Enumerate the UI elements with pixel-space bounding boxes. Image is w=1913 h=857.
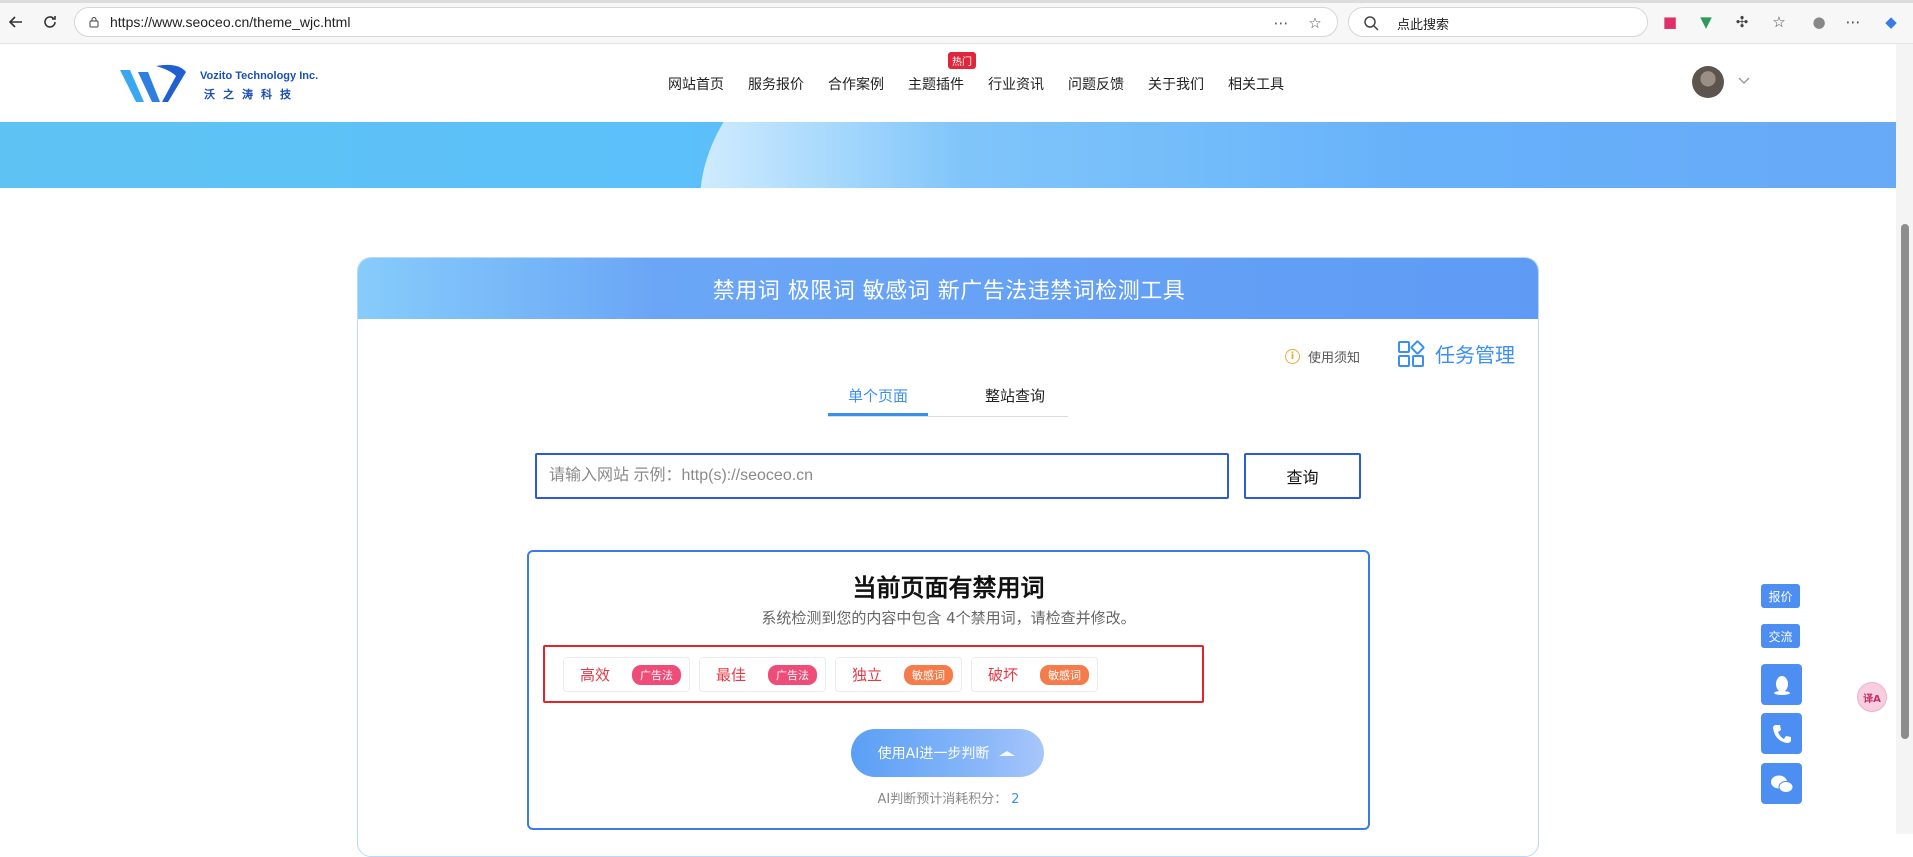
side-price-button[interactable]: 报价 — [1761, 584, 1800, 608]
nav-item-cases[interactable]: 合作案例 — [828, 74, 884, 94]
nav-item-feedback[interactable]: 问题反馈 — [1068, 74, 1124, 94]
ai-cost-value: 2 — [1011, 792, 1020, 807]
extension-vue-icon[interactable]: ▼ — [1695, 11, 1717, 33]
phone-icon[interactable] — [1761, 713, 1802, 754]
search-icon — [1364, 16, 1379, 31]
url-text: https://www.seoceo.cn/theme_wjc.html — [110, 14, 351, 30]
tab-single-page[interactable]: 单个页面 — [828, 385, 928, 416]
tab-whole-site[interactable]: 整站查询 — [985, 385, 1045, 416]
result-panel: 当前页面有禁用词 系统检测到您的内容中包含 4个禁用词，请检查并修改。 高效 广… — [527, 550, 1370, 830]
logo-chinese-text: 沃之涛科技 — [204, 88, 299, 101]
ai-judge-label: 使用AI进一步判断 — [877, 746, 990, 762]
word-tag: 广告法 — [632, 664, 682, 685]
favorite-star-icon[interactable]: ☆ — [1305, 13, 1325, 33]
extensions-puzzle-icon[interactable]: ✣ — [1731, 11, 1753, 33]
nav-item-about[interactable]: 关于我们 — [1148, 74, 1204, 94]
reader-icon[interactable]: ⋯ — [1271, 13, 1291, 33]
url-input-wrapper — [535, 453, 1229, 499]
reload-icon[interactable] — [38, 10, 62, 34]
word-text: 最佳 — [716, 666, 747, 684]
more-menu-icon[interactable]: ⋯ — [1842, 11, 1864, 33]
copilot-icon[interactable]: ◆ — [1880, 11, 1902, 33]
word-text: 破坏 — [988, 666, 1019, 684]
logo-english-text: Vozito Technology Inc. — [200, 70, 319, 82]
hot-badge: 热门 — [948, 52, 976, 69]
word-chip: 最佳 广告法 — [699, 657, 827, 692]
address-bar[interactable]: https://www.seoceo.cn/theme_wjc.html ⋯ ☆ — [74, 7, 1338, 37]
avatar[interactable] — [1692, 66, 1724, 98]
nav-item-tools[interactable]: 相关工具 — [1228, 74, 1284, 94]
word-list: 高效 广告法 最佳 广告法 独立 敏感词 破坏 敏感词 — [563, 657, 1099, 692]
nav-item-pricing[interactable]: 服务报价 — [748, 74, 804, 94]
word-chip: 破坏 敏感词 — [971, 657, 1099, 692]
favorites-icon[interactable]: ☆ — [1768, 11, 1790, 33]
extension-translate-icon[interactable]: ■ — [1659, 11, 1681, 33]
ai-cost-text: AI判断预计消耗积分： 2 — [529, 788, 1368, 807]
main-nav: 网站首页 服务报价 合作案例 主题插件 行业资讯 问题反馈 关于我们 相关工具 — [668, 74, 1308, 94]
ai-cost-label: AI判断预计消耗积分： — [877, 792, 1008, 807]
translate-float-icon[interactable]: 译A — [1857, 682, 1887, 712]
page-scrollbar[interactable] — [1896, 44, 1913, 834]
side-chat-button[interactable]: 交流 — [1761, 624, 1800, 648]
word-text: 高效 — [580, 666, 611, 684]
tab-strip — [0, 0, 1913, 3]
result-title: 当前页面有禁用词 — [852, 574, 1045, 602]
usage-notice-label: 使用须知 — [1308, 351, 1361, 366]
word-chip: 独立 敏感词 — [835, 657, 963, 692]
sparkle-icon — [999, 751, 1016, 756]
query-button[interactable]: 查询 — [1244, 453, 1361, 499]
hero-banner — [0, 122, 1896, 188]
word-tag: 敏感词 — [1040, 664, 1090, 685]
grid-icon — [1398, 340, 1425, 367]
nav-item-news[interactable]: 行业资讯 — [988, 74, 1044, 94]
browser-search-box[interactable]: 点此搜索 — [1348, 7, 1648, 37]
banner-decoration — [700, 122, 1896, 188]
ai-judge-button[interactable]: 使用AI进一步判断 — [851, 729, 1044, 777]
task-management-link[interactable]: 任务管理 — [1397, 339, 1515, 368]
logo-mark-icon — [120, 64, 186, 102]
word-text: 独立 — [852, 666, 883, 684]
qq-icon[interactable] — [1761, 664, 1802, 705]
task-management-label: 任务管理 — [1435, 343, 1515, 367]
word-tag: 广告法 — [768, 664, 818, 685]
usage-notice-link[interactable]: i 使用须知 — [1285, 347, 1360, 366]
forbidden-word-tool-card: 禁用词 极限词 敏感词 新广告法违禁词检测工具 i 使用须知 任务管理 单个页面… — [357, 257, 1539, 857]
query-mode-tabs: 单个页面 整站查询 — [828, 385, 1068, 417]
word-chip: 高效 广告法 — [563, 657, 691, 692]
result-description: 系统检测到您的内容中包含 4个禁用词，请检查并修改。 — [761, 609, 1136, 627]
nav-item-themes[interactable]: 主题插件 — [908, 74, 964, 94]
profile-icon[interactable]: ● — [1808, 11, 1830, 33]
search-placeholder: 点此搜索 — [1397, 18, 1450, 33]
browser-toolbar: https://www.seoceo.cn/theme_wjc.html ⋯ ☆… — [0, 0, 1913, 44]
back-icon[interactable] — [4, 10, 28, 34]
card-header: 禁用词 极限词 敏感词 新广告法违禁词检测工具 — [358, 258, 1538, 319]
nav-item-home[interactable]: 网站首页 — [668, 74, 724, 94]
tool-title: 禁用词 极限词 敏感词 新广告法违禁词检测工具 — [712, 278, 1186, 304]
scrollbar-thumb[interactable] — [1901, 224, 1909, 739]
lock-icon — [89, 17, 99, 28]
wechat-icon[interactable] — [1761, 763, 1802, 804]
word-tag: 敏感词 — [904, 664, 954, 685]
chevron-down-icon[interactable] — [1738, 74, 1750, 86]
info-icon: i — [1285, 349, 1300, 364]
highlight-box: 高效 广告法 最佳 广告法 独立 敏感词 破坏 敏感词 — [543, 645, 1204, 703]
url-input[interactable] — [537, 455, 1227, 497]
